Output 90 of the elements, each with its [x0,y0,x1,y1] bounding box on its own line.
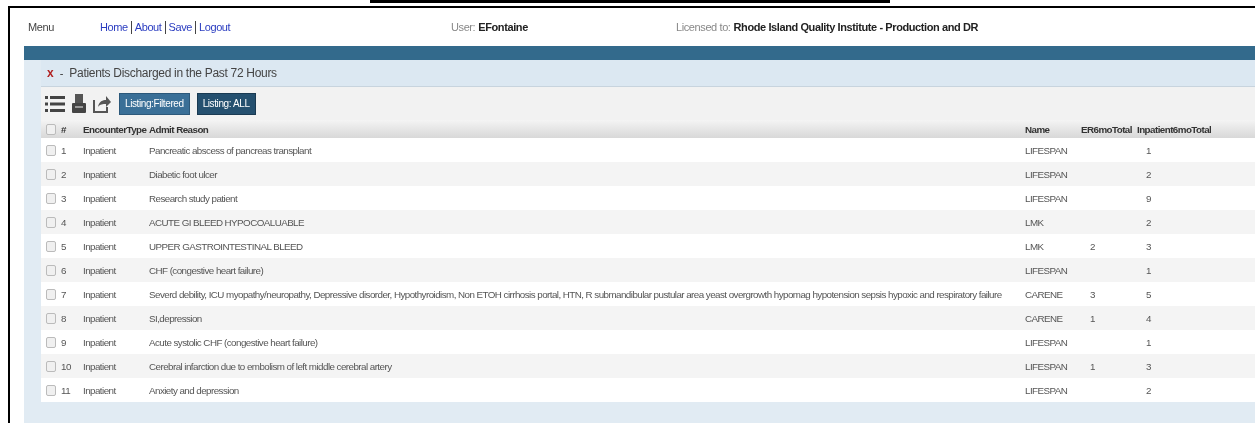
checkbox[interactable] [46,360,56,372]
checkbox[interactable] [46,192,56,204]
table-cell: LMK [1025,240,1044,252]
table-cell: CARENE [1025,312,1063,324]
checkbox[interactable] [46,288,56,300]
checkbox[interactable] [46,123,56,135]
nav-link[interactable]: Save [168,21,192,33]
table-cell: Inpatient [83,360,116,372]
table-cell: 1 [1146,264,1151,276]
list-icon[interactable] [45,94,65,113]
table-cell: LIFESPAN [1025,336,1068,348]
panel-title: Patients Discharged in the Past 72 Hours [69,66,277,80]
table-cell: 10 [61,360,71,372]
menu-link[interactable]: Menu [28,21,100,33]
printer-icon[interactable] [72,94,86,113]
table-cell: LIFESPAN [1025,384,1068,396]
table-cell: Inpatient [83,168,116,180]
table-cell: 7 [61,288,66,300]
checkbox[interactable] [46,384,56,396]
table-cell: Inpatient [83,144,116,156]
collapse-button[interactable]: - [59,67,64,79]
table-cell: 2 [1146,384,1151,396]
table-cell: LIFESPAN [1025,360,1068,372]
table-cell: LIFESPAN [1025,144,1068,156]
table-cell: Acute systolic CHF (congestive heart failure) [149,336,318,348]
checkbox[interactable] [46,144,56,156]
table-cell: UPPER GASTROINTESTINAL BLEED [149,240,303,252]
checkbox[interactable] [46,168,56,180]
user-name: EFontaine [478,21,528,33]
table-cell: 9 [61,336,66,348]
table-cell: LIFESPAN [1025,168,1068,180]
column-header[interactable]: Admit Reason [149,123,209,135]
table-cell: LIFESPAN [1025,264,1068,276]
table-cell: Diabetic foot ulcer [149,168,217,180]
table-cell: Inpatient [83,192,116,204]
license-label: Licensed to: [676,21,731,33]
table-cell: 3 [1146,360,1151,372]
table-cell: Inpatient [83,288,116,300]
table-cell: LMK [1025,216,1044,228]
table-cell: 6 [61,264,66,276]
table-cell: 2 [61,168,66,180]
table-cell: 4 [1146,312,1151,324]
table-cell: 1 [1146,336,1151,348]
user-label: User: [451,21,476,33]
nav-link[interactable]: Logout [199,21,231,33]
checkbox[interactable] [46,312,56,324]
table-cell: 4 [61,216,66,228]
table-cell: 1 [1090,360,1095,372]
listing-button[interactable]: Listing: ALL [196,92,256,115]
checkbox[interactable] [46,264,56,276]
table-cell: 2 [1146,216,1151,228]
table-cell: 3 [1146,240,1151,252]
table-cell: Anxiety and depression [149,384,239,396]
table-cell: Pancreatic abscess of pancreas transplant [149,144,312,156]
checkbox[interactable] [46,336,56,348]
table-cell: 9 [1146,192,1151,204]
table-cell: 3 [61,192,66,204]
table-cell: Research study patient [149,192,238,204]
table-cell: SI,depression [149,312,202,324]
table-cell: 5 [61,240,66,252]
nav-link[interactable]: Home [100,21,128,33]
table-cell: ACUTE GI BLEED HYPOCOALUABLE [149,216,304,228]
table-cell: Inpatient [83,264,116,276]
table-cell: Inpatient [83,240,116,252]
table-cell: 2 [1146,168,1151,180]
table-cell: 1 [1090,312,1095,324]
table-cell: 2 [1090,240,1095,252]
table-cell: Inpatient [83,216,116,228]
table-cell: 3 [1090,288,1095,300]
share-icon[interactable] [93,94,112,113]
checkbox[interactable] [46,216,56,228]
table-cell: Inpatient [83,384,116,396]
listing-button[interactable]: Listing:Filtered [119,92,190,115]
table-cell: LIFESPAN [1025,192,1068,204]
nav-link[interactable]: About [134,21,162,33]
table-cell: Cerebral infarction due to embolism of left middle cerebral artery [149,360,392,372]
close-button[interactable]: x [47,66,54,80]
column-header[interactable]: # [61,123,66,135]
checkbox[interactable] [46,240,56,252]
table-cell: CHF (congestive heart failure) [149,264,264,276]
table-cell: 11 [61,384,71,396]
table-cell: Inpatient [83,336,116,348]
license-name: Rhode Island Quality Institute - Production and DR [733,21,979,33]
table-cell: Inpatient [83,312,116,324]
table-cell: 1 [61,144,66,156]
table-cell: Severd debility, ICU myopathy/neuropathy, Depressive disorder, Hypothyroidism, Non ETOH cirrhosis portal, HTN, R submandibular pustular area yeast overgrowth hypomag hypotension sepsis hypoxic and respiratory failure [149,288,1002,300]
table-cell: 5 [1146,288,1151,300]
table-cell: CARENE [1025,288,1063,300]
table-cell: 8 [61,312,66,324]
table-cell: 1 [1146,144,1151,156]
